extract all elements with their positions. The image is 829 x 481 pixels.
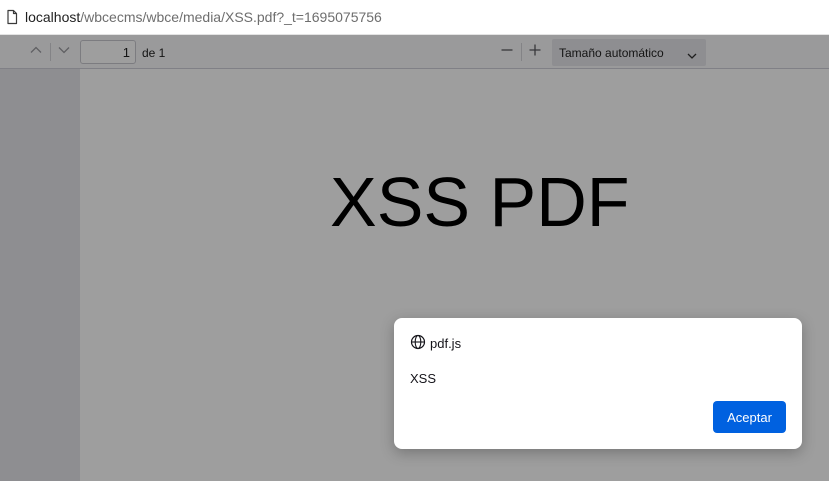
- address-bar[interactable]: localhost/wbcecms/wbce/media/XSS.pdf?_t=…: [0, 0, 829, 35]
- url-path: /wbcecms/wbce/media/XSS.pdf?_t=169507575…: [80, 9, 382, 25]
- accept-button[interactable]: Aceptar: [713, 401, 786, 433]
- screen: localhost/wbcecms/wbce/media/XSS.pdf?_t=…: [0, 0, 829, 481]
- url-host: localhost: [25, 9, 81, 25]
- dialog-message: XSS: [410, 371, 437, 386]
- page-icon[interactable]: [4, 9, 20, 25]
- alert-dialog: pdf.js XSS Aceptar: [394, 318, 802, 449]
- url-text[interactable]: localhost/wbcecms/wbce/media/XSS.pdf?_t=…: [25, 9, 382, 26]
- globe-icon: [410, 334, 426, 350]
- dialog-origin: pdf.js: [430, 336, 462, 351]
